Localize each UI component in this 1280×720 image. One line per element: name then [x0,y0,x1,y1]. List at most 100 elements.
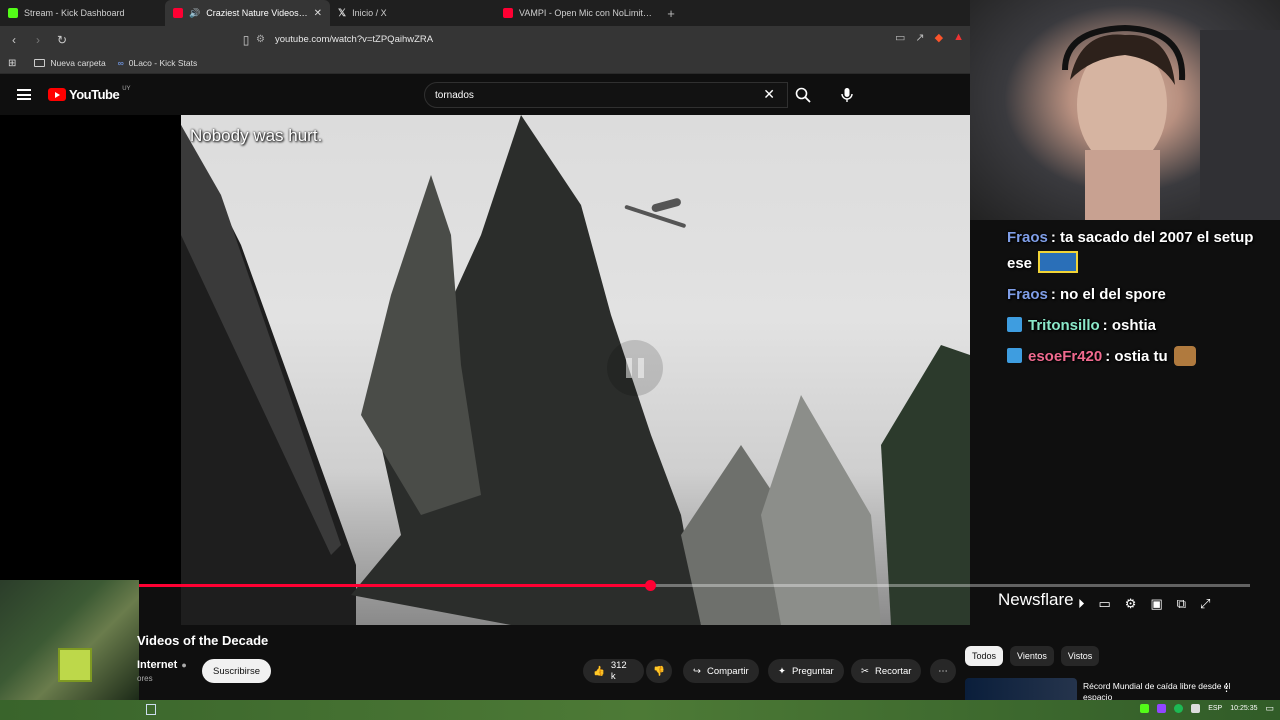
rewards-icon[interactable]: ▲ [953,31,964,44]
chip-vientos[interactable]: Vientos [1010,646,1054,666]
kick-stats-icon: ∞ [117,58,124,68]
back-icon[interactable]: ‹ [4,33,24,47]
video-subtitle: Nobody was hurt. [190,126,323,145]
notifications-icon[interactable]: ▭ [1265,703,1274,714]
search-button[interactable] [788,82,818,108]
system-tray: ESP 10:25:35 ▭ [1140,703,1274,714]
microphone-icon [841,88,853,102]
language-indicator[interactable]: ESP [1208,705,1222,712]
country-code: UY [122,85,131,92]
bookmark-nueva-carpeta[interactable]: Nueva carpeta [34,58,106,68]
tab-vampi[interactable]: VAMPI - Open Mic con NoLimitAdro [495,0,660,26]
youtube-favicon-icon [503,8,513,18]
like-button[interactable]: 👍 312 k [583,659,644,683]
screen: Stream - Kick Dashboard 🔊 Craziest Natur… [0,0,1280,720]
chat-username: Tritonsillo [1028,317,1100,334]
fullscreen-icon[interactable]: ⤢ [1200,596,1210,612]
game-overlay-thumbnail [0,580,139,700]
audio-playing-icon[interactable]: 🔊 [189,8,200,19]
settings-gear-icon[interactable]: ⚙ [1125,596,1137,612]
chat-message: esoeFr420: ostia tu [1007,344,1280,370]
tab-title: VAMPI - Open Mic con NoLimitAdro [519,8,652,18]
related-filter-chips: Todos Vientos Vistos [965,646,1100,666]
tab-title: Craziest Nature Videos of the [206,8,307,18]
youtube-favicon-icon [173,8,183,18]
share-icon[interactable]: ↗ [915,31,924,44]
stream-chat-overlay: Fraos: ta sacado del 2007 el setup ese Fr… [1007,225,1280,395]
progress-played [139,584,651,587]
new-tab-button[interactable]: + [660,6,682,21]
taskbar-app-icon[interactable] [146,704,156,715]
site-info-icon[interactable]: ⚙ [256,34,265,45]
voice-search-button[interactable] [834,82,860,108]
ask-button[interactable]: ✦ Preguntar [768,659,844,683]
x-logo-icon: 𝕏 [338,7,347,19]
emote-car-icon [1038,251,1079,273]
bookmark-kick-stats[interactable]: ∞ 0Laco - Kick Stats [118,58,198,68]
pause-icon-bar [626,358,632,378]
twitch-tray-icon[interactable] [1157,704,1167,713]
thumbs-up-icon: 👍 [593,665,605,677]
clear-search-icon[interactable]: ✕ [763,86,775,103]
scissors-icon: ✂ [861,665,869,677]
youtube-header: YouTube UY tornados ✕ [0,75,970,115]
kick-favicon-icon [8,8,18,18]
chat-text: : no el del spore [1050,286,1166,303]
forward-icon[interactable]: › [28,33,48,47]
dislike-button[interactable]: 👎 [646,659,672,683]
video-progress-bar[interactable] [139,580,1250,591]
thumbs-down-icon: 👎 [653,665,665,677]
video-player[interactable] [181,115,970,625]
progress-scrubber[interactable] [645,580,657,591]
chat-badge-icon [1007,348,1022,363]
search-input[interactable]: tornados ✕ [424,82,788,108]
miniplayer-icon[interactable]: ▣ [1150,596,1162,612]
spotify-tray-icon[interactable] [1174,704,1184,713]
volume-tray-icon[interactable] [1191,704,1201,713]
chat-message: Tritonsillo: oshtia [1007,313,1280,339]
autoplay-toggle-icon[interactable]: ⏵ [1078,596,1085,612]
chat-username: esoeFr420 [1028,348,1103,365]
youtube-logo[interactable]: YouTube UY [48,85,131,102]
tab-x-home[interactable]: 𝕏 Inicio / X [330,0,495,26]
bookmark-icon[interactable]: ▯ [236,33,256,47]
logo-text: YouTube [69,87,120,102]
menu-icon[interactable] [17,89,31,100]
share-button[interactable]: ↪ Compartir [683,659,759,683]
reload-icon[interactable]: ↻ [52,33,72,47]
subscribe-button[interactable]: Suscribirse [202,659,271,683]
streamer-silhouette [1062,24,1280,220]
cast-icon[interactable]: ▭ [895,31,905,44]
chip-vistos[interactable]: Vistos [1060,646,1100,666]
pause-icon-bar [638,358,644,378]
player-left-area [0,115,181,585]
more-actions-button[interactable]: ⋯ [930,659,956,683]
more-options-icon[interactable]: ⋮ [1221,681,1232,694]
chat-badge-icon [1007,317,1022,332]
chat-username: Fraos [1007,286,1048,303]
tab-youtube-video[interactable]: 🔊 Craziest Nature Videos of the ✕ [165,0,330,26]
brave-shield-icon[interactable]: ◆ [935,31,943,44]
close-tab-icon[interactable]: ✕ [314,8,322,19]
apps-grid-icon[interactable]: ⊞ [8,58,16,69]
channel-name-text: Internet [137,659,178,671]
youtube-play-logo-icon [48,88,66,101]
kick-tray-icon[interactable] [1140,704,1150,713]
more-dots-icon: ⋯ [938,665,948,677]
share-label: Compartir [706,665,749,677]
channel-name[interactable]: Internet ● [137,659,187,671]
clip-label: Recortar [874,665,912,677]
tab-title: Stream - Kick Dashboard [24,8,125,18]
clock[interactable]: 10:25:35 [1230,705,1257,712]
sparkle-icon: ✦ [778,665,786,677]
chip-todos[interactable]: Todos [965,646,1004,666]
clip-button[interactable]: ✂ Recortar [851,659,922,683]
newsflare-watermark: Newsflare [998,590,1074,609]
cast-icon[interactable]: ⧉ [1177,596,1186,612]
subtitles-icon[interactable]: ▭ [1099,596,1111,612]
tab-kick-dashboard[interactable]: Stream - Kick Dashboard [0,0,165,26]
bookmark-label: 0Laco - Kick Stats [128,58,198,68]
url-text: youtube.com/watch?v=tZPQaihwZRA [274,34,434,45]
address-bar[interactable]: ⚙ youtube.com/watch?v=tZPQaihwZRA [256,29,886,50]
pause-button[interactable] [607,340,663,396]
